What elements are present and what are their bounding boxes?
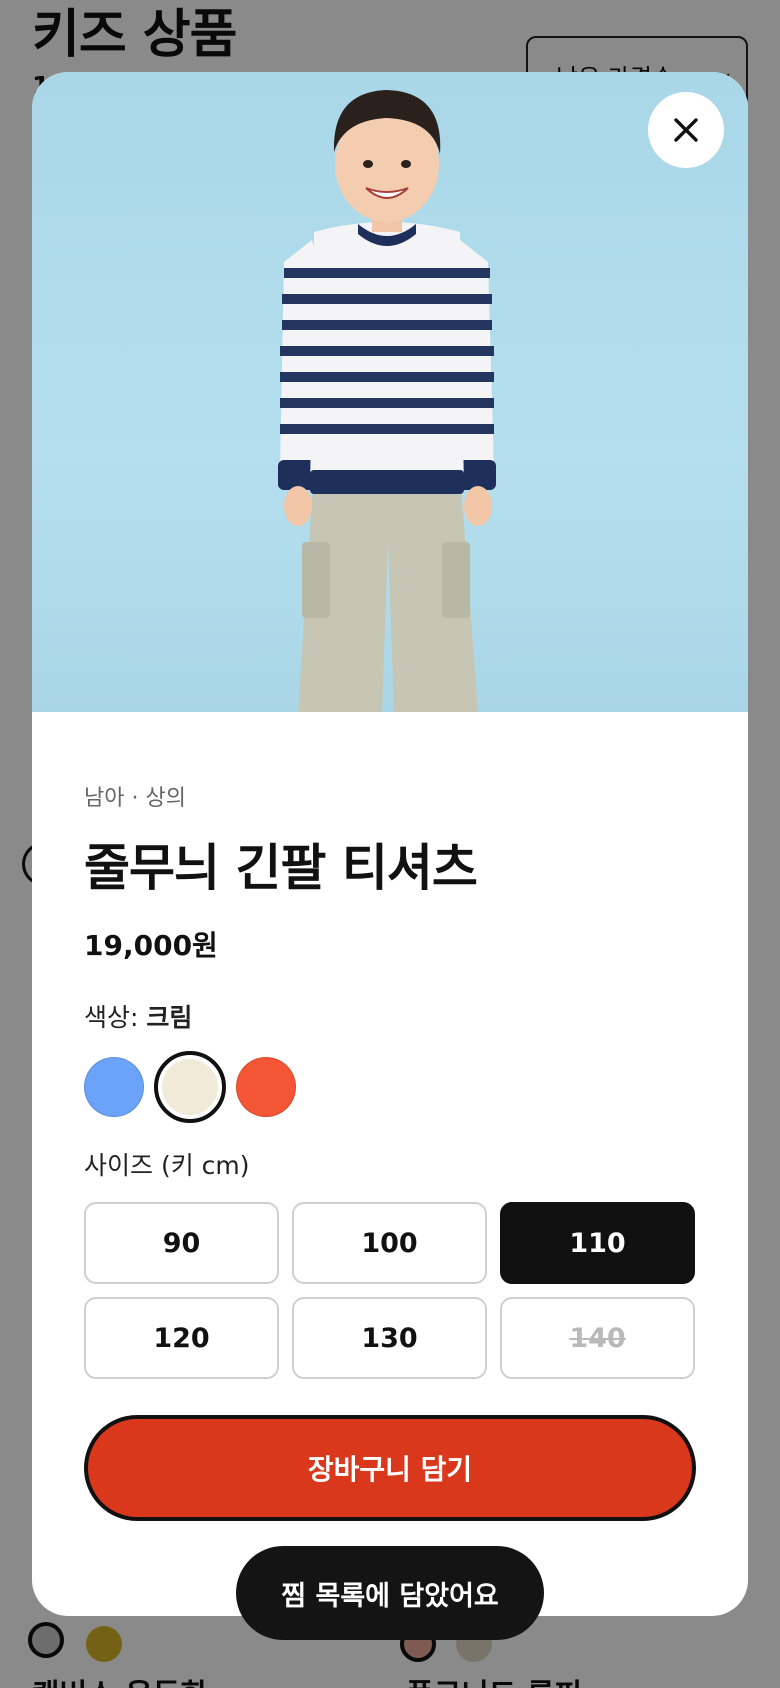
color-label: 색상: 크림 bbox=[84, 998, 696, 1034]
product-image bbox=[32, 72, 748, 712]
swatch-red[interactable] bbox=[236, 1057, 296, 1117]
size-option-130[interactable]: 130 bbox=[292, 1297, 487, 1379]
toast-message: 찜 목록에 담았어요 bbox=[236, 1546, 544, 1640]
size-grid: 90 100 110 120 130 140 bbox=[84, 1202, 696, 1379]
product-price: 19,000원 bbox=[84, 929, 218, 962]
size-option-110[interactable]: 110 bbox=[500, 1202, 695, 1284]
size-option-140-soldout: 140 bbox=[500, 1297, 695, 1379]
size-option-120[interactable]: 120 bbox=[84, 1297, 279, 1379]
swatch-cream[interactable] bbox=[154, 1051, 226, 1123]
product-name: 줄무늬 긴팔 티셔츠 bbox=[84, 839, 478, 897]
size-label: 사이즈 (키 cm) bbox=[84, 1151, 250, 1180]
close-icon bbox=[674, 118, 698, 142]
close-button[interactable] bbox=[648, 92, 724, 168]
swatch-blue[interactable] bbox=[84, 1057, 144, 1117]
product-modal: 남아 · 상의 줄무늬 긴팔 티셔츠 19,000원 색상: 크림 사이즈 (키… bbox=[32, 72, 748, 1616]
add-to-cart-button[interactable]: 장바구니 담기 bbox=[84, 1415, 696, 1521]
color-swatches bbox=[84, 1051, 696, 1123]
child-model-illustration bbox=[278, 90, 496, 712]
product-category: 남아 · 상의 bbox=[84, 786, 186, 811]
size-option-100[interactable]: 100 bbox=[292, 1202, 487, 1284]
color-label-prefix: 색상: bbox=[84, 1003, 139, 1032]
color-selected-value: 크림 bbox=[146, 1003, 193, 1032]
size-option-90[interactable]: 90 bbox=[84, 1202, 279, 1284]
